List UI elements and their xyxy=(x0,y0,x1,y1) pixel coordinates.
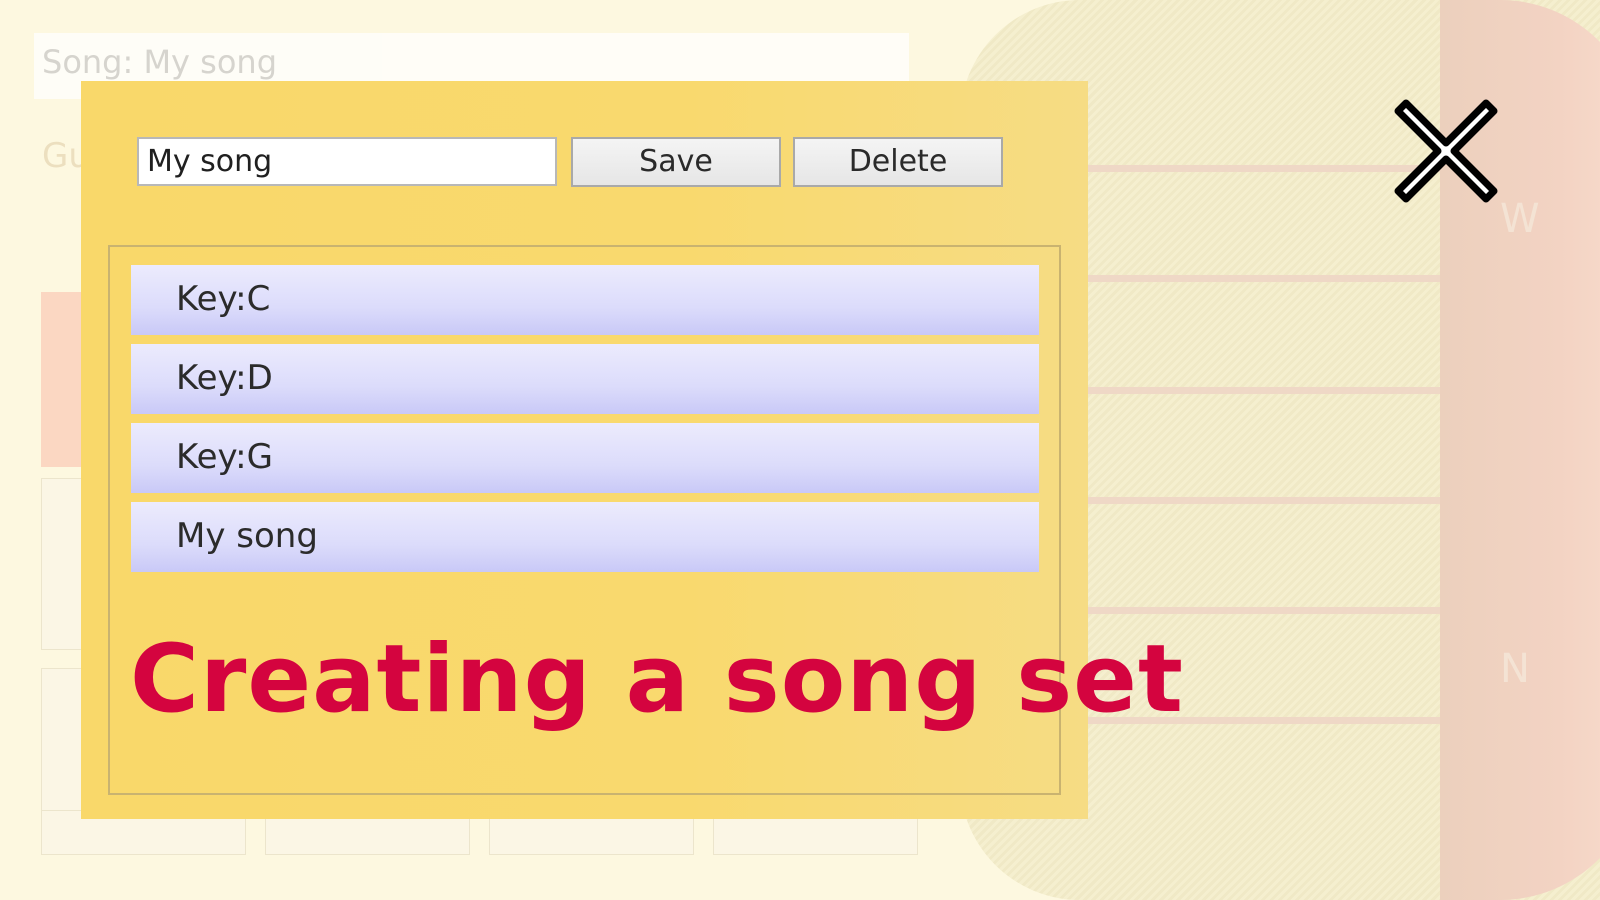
song-list-item[interactable]: My song xyxy=(131,502,1039,572)
song-list-item[interactable]: Key:C xyxy=(131,265,1039,335)
fret-line xyxy=(1070,387,1440,394)
song-name-input[interactable] xyxy=(137,137,557,186)
close-x-icon xyxy=(1394,99,1498,203)
app-screen: Song: My song Gu W N Save Delete Key:C K… xyxy=(0,0,1600,900)
save-button[interactable]: Save xyxy=(571,137,781,187)
fret-line xyxy=(1070,497,1440,504)
caption-headline: Creating a song set xyxy=(130,625,1184,734)
song-title-text: Song: My song xyxy=(42,43,277,81)
fret-line xyxy=(1070,275,1440,282)
fret-line xyxy=(1070,607,1440,614)
delete-button[interactable]: Delete xyxy=(793,137,1003,187)
song-list-item[interactable]: Key:G xyxy=(131,423,1039,493)
song-list-item[interactable]: Key:D xyxy=(131,344,1039,414)
close-button[interactable] xyxy=(1380,85,1512,217)
side-letter: N xyxy=(1500,646,1530,692)
